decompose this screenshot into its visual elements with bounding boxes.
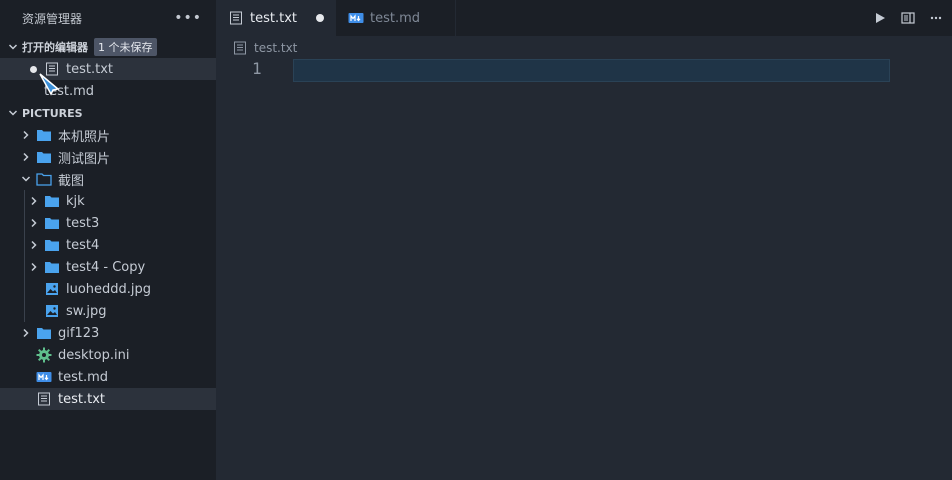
tab-test-md[interactable]: test.md [336,0,456,36]
tree-item-label: 截图 [58,173,85,189]
dirty-indicator-icon [30,65,37,73]
tree-item-folder[interactable]: gif123 [0,322,216,344]
chevron-right-icon[interactable] [28,217,40,229]
chevron-down-icon [6,108,20,118]
folder-icon [36,149,52,165]
more-actions-icon[interactable] [926,8,946,28]
tab-test-txt[interactable]: test.txt [216,0,336,36]
indent-guide [24,190,25,212]
tab-label: test.txt [250,10,297,26]
open-editors-header[interactable]: 打开的编辑器 1 个未保存 [0,36,216,58]
text-file-icon [232,40,248,56]
folder-icon [36,325,52,341]
explorer-header: 资源管理器 ••• [0,0,216,36]
more-actions-button[interactable]: ••• [174,10,202,26]
indent-guide [24,234,25,256]
folder-section-header[interactable]: PICTURES [0,102,216,124]
tree-item-label: test4 - Copy [66,259,146,275]
tree-item-label: sw.jpg [66,303,107,319]
mouse-cursor-icon [39,73,60,96]
tree-item-label: luoheddd.jpg [66,281,152,297]
explorer-sidebar: 资源管理器 ••• 打开的编辑器 1 个未保存 test.txt test.md… [0,0,216,480]
indent-guide [24,300,25,322]
folder-icon [44,237,60,253]
open-editors-title: 打开的编辑器 [22,41,88,54]
text-file-icon [36,391,52,407]
chevron-right-icon[interactable] [20,129,32,141]
tree-item-label: 测试图片 [58,151,111,167]
markdown-icon [348,10,364,26]
unsaved-badge: 1 个未保存 [94,38,157,56]
tree-item-label: test.md [58,369,109,385]
image-file-icon [44,303,60,319]
tree-item-folder[interactable]: test4 - Copy [0,256,216,278]
tab-label: test.md [370,10,421,26]
folder-icon [44,193,60,209]
chevron-right-icon[interactable] [28,195,40,207]
file-tree: 本机照片测试图片截图 kjk test3 test4 test4 - Copy luohe… [0,124,216,410]
tree-item-label: gif123 [58,325,100,341]
folder-icon [44,259,60,275]
image-file-icon [44,281,60,297]
open-editor-item-test-txt[interactable]: test.txt [0,58,216,80]
open-editor-label: test.txt [66,61,113,77]
markdown-icon [36,369,52,385]
indent-guide [24,256,25,278]
tree-item-folder[interactable]: 截图 [0,168,216,190]
breadcrumb[interactable]: test.txt [232,38,297,58]
folder-section-title: PICTURES [22,106,83,120]
open-preview-icon[interactable] [898,8,918,28]
indent-guide [24,212,25,234]
tree-item-label: test.txt [58,391,105,407]
chevron-down-icon[interactable] [20,173,32,185]
tree-item-file[interactable]: sw.jpg [0,300,216,322]
tree-item-label: kjk [66,193,85,209]
folder-icon [36,127,52,143]
run-icon[interactable] [870,8,890,28]
open-editor-item-test-md[interactable]: test.md [0,80,216,102]
tree-item-label: test3 [66,215,100,231]
editor-actions [870,0,952,36]
chevron-right-icon[interactable] [20,151,32,163]
indent-guide [24,278,25,300]
tree-item-folder[interactable]: kjk [0,190,216,212]
tree-item-file[interactable]: desktop.ini [0,344,216,366]
tree-item-folder[interactable]: 本机照片 [0,124,216,146]
text-file-icon [228,10,244,26]
explorer-title: 资源管理器 [22,11,83,26]
current-line-highlight[interactable] [293,59,890,82]
tree-item-file[interactable]: luoheddd.jpg [0,278,216,300]
line-number: 1 [252,59,262,78]
tree-item-label: desktop.ini [58,347,130,363]
tab-bar: test.txt test.md [216,0,952,36]
unsaved-dot-icon[interactable] [316,14,324,22]
chevron-down-icon [6,42,20,52]
tree-item-file[interactable]: test.txt [0,388,216,410]
breadcrumb-label: test.txt [254,41,298,55]
tree-item-label: test4 [66,237,100,253]
tree-item-folder[interactable]: 测试图片 [0,146,216,168]
chevron-right-icon[interactable] [28,239,40,251]
tree-item-label: 本机照片 [58,129,111,145]
tree-item-folder[interactable]: test3 [0,212,216,234]
editor-area[interactable]: 1 [216,58,952,480]
chevron-right-icon[interactable] [20,327,32,339]
tree-item-file[interactable]: test.md [0,366,216,388]
chevron-right-icon[interactable] [28,261,40,273]
tree-item-folder[interactable]: test4 [0,234,216,256]
folder-icon [44,215,60,231]
gear-icon [36,347,52,363]
folder-open-icon [36,171,52,187]
